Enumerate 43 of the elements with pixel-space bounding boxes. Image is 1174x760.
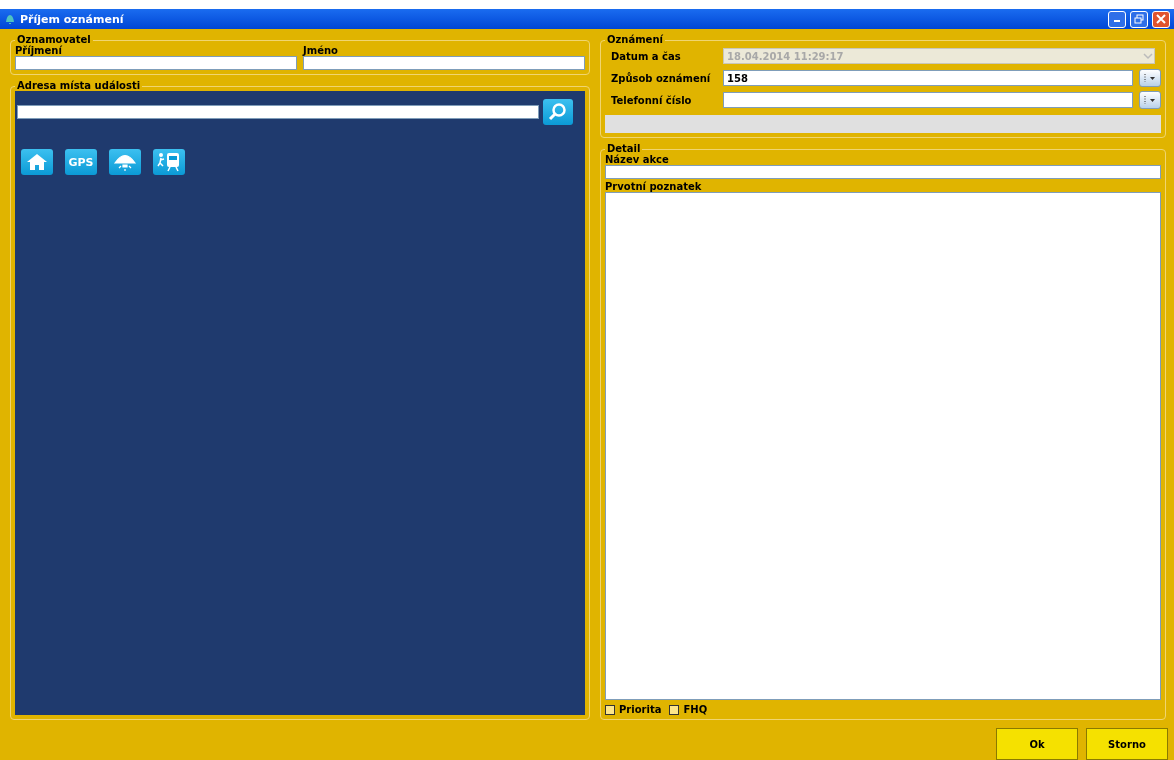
close-button[interactable]	[1152, 10, 1170, 28]
checkbox-label: FHQ	[683, 704, 708, 715]
text-field[interactable]	[15, 56, 297, 70]
group-title: Oznamovatel	[16, 35, 92, 45]
window-title: Příjem oznámení	[20, 12, 125, 26]
text-field[interactable]	[605, 165, 1161, 179]
dropdown-button[interactable]	[1139, 91, 1161, 109]
house-icon	[26, 153, 48, 171]
caret-icon	[1143, 95, 1157, 105]
group-title: Adresa místa události	[16, 81, 142, 91]
checkbox[interactable]	[669, 704, 680, 715]
field-label: Jméno	[303, 45, 339, 56]
dropdown-button[interactable]	[1139, 69, 1161, 87]
bell-icon	[4, 13, 16, 25]
field-label: Telefonní číslo	[611, 94, 693, 106]
lamp-icon	[113, 152, 137, 172]
restore-button[interactable]	[1130, 10, 1148, 28]
field-label: Prvotní poznatek	[605, 181, 703, 192]
checkbox[interactable]	[605, 704, 615, 715]
train-button[interactable]	[153, 149, 185, 175]
restore-icon	[1134, 14, 1144, 24]
combo-field[interactable]	[723, 92, 1133, 108]
checkbox-label: Priorita	[619, 704, 662, 715]
chevron-icon	[1143, 52, 1153, 60]
field-label: Datum a čas	[611, 50, 682, 62]
text-field[interactable]	[303, 56, 585, 70]
search-button[interactable]	[543, 99, 573, 125]
dialog-button[interactable]: Ok	[996, 728, 1078, 760]
minimize-button[interactable]	[1108, 10, 1126, 28]
field-label: Způsob oznámení	[611, 72, 712, 84]
caret-icon	[1143, 73, 1157, 83]
group-title: Oznámení	[606, 35, 664, 45]
field-label: Název akce	[605, 154, 670, 165]
search-icon	[548, 102, 568, 122]
train-icon	[157, 152, 181, 172]
home-button[interactable]	[21, 149, 53, 175]
lamp-button[interactable]	[109, 149, 141, 175]
close-icon	[1156, 14, 1166, 24]
field-label: Příjmení	[15, 45, 63, 56]
address-search-field[interactable]	[17, 105, 539, 119]
dialog-button[interactable]: Storno	[1086, 728, 1168, 760]
group-title: Detail	[606, 144, 642, 154]
combo-field[interactable]: 158	[723, 70, 1133, 86]
